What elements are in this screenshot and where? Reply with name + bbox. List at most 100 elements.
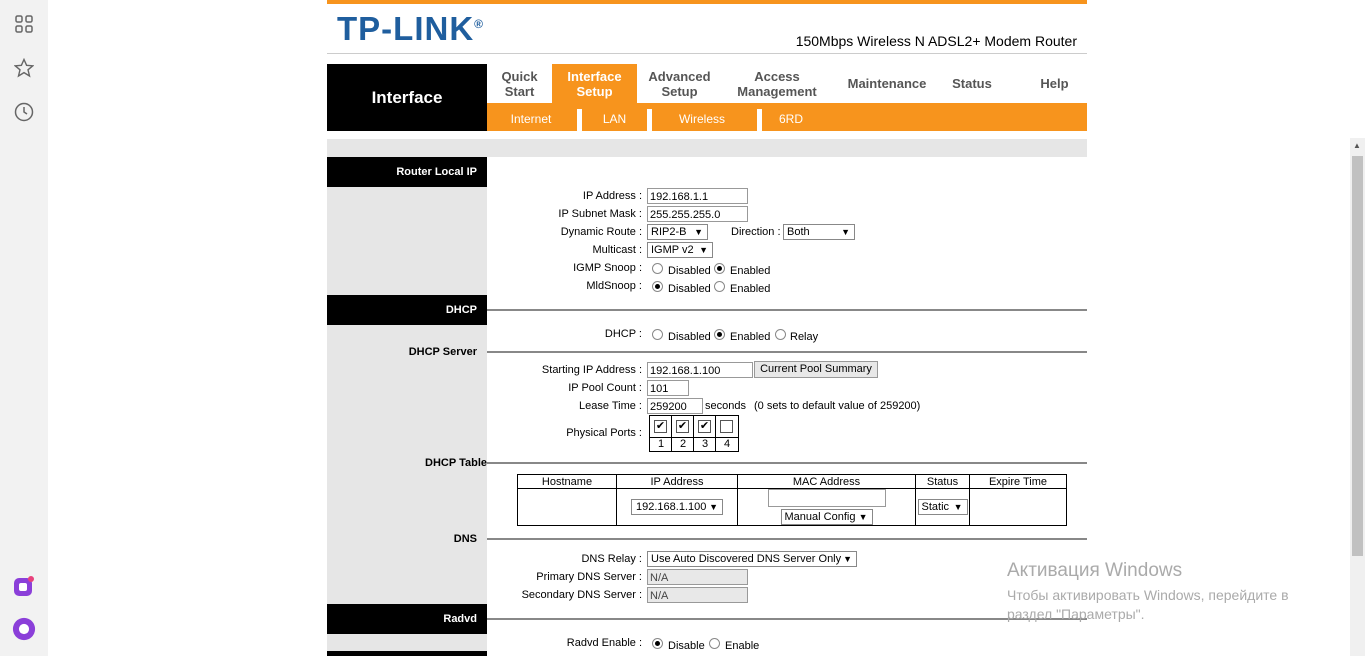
dns-relay-select[interactable]: Use Auto Discovered DNS Server Only ▼ xyxy=(647,551,857,567)
scroll-up-icon[interactable]: ▲ xyxy=(1353,141,1361,150)
starting-ip-input[interactable]: 192.168.1.100 xyxy=(647,362,753,378)
physical-ports-label: Physical Ports : xyxy=(566,427,642,439)
dropdown-arrow-icon: ▼ xyxy=(709,502,718,512)
divider xyxy=(487,351,1087,353)
secondary-dns-label: Secondary DNS Server : xyxy=(521,589,642,601)
grid-icon[interactable] xyxy=(12,12,36,36)
submenu-6rd[interactable]: 6RD xyxy=(762,103,820,131)
star-icon[interactable] xyxy=(12,56,36,80)
lease-note: (0 sets to default value of 259200) xyxy=(754,400,921,412)
hostname-cell xyxy=(517,488,617,526)
tp-link-logo: TP-LINK® xyxy=(337,10,484,47)
primary-dns-input[interactable]: N/A xyxy=(647,569,748,585)
section-dhcp-table: DHCP Table xyxy=(425,457,487,469)
multicast-select[interactable]: IGMP v2 ▼ xyxy=(647,242,713,258)
dropdown-arrow-icon: ▼ xyxy=(694,227,703,237)
physical-ports-grid: ✔ ✔ ✔ 1 2 3 4 xyxy=(649,415,739,452)
port-number: 1 xyxy=(657,438,665,450)
radvd-enable-label: Radvd Enable : xyxy=(566,637,642,649)
router-admin-page: TP-LINK® 150Mbps Wireless N ADSL2+ Modem… xyxy=(327,0,1087,656)
status-select[interactable]: Static ▼ xyxy=(917,499,968,515)
table-header: Hostname xyxy=(517,474,617,489)
dns-relay-label: DNS Relay : xyxy=(581,553,642,565)
lease-time-label: Lease Time : xyxy=(579,400,642,412)
subnet-input[interactable]: 255.255.255.0 xyxy=(647,206,748,222)
lease-unit: seconds xyxy=(705,400,746,412)
clock-icon[interactable] xyxy=(12,100,36,124)
mld-disabled-radio[interactable] xyxy=(652,281,663,292)
app-icon[interactable] xyxy=(12,574,36,598)
port-1-checkbox[interactable]: ✔ xyxy=(654,420,667,433)
section-dhcp-server: DHCP Server xyxy=(408,346,477,358)
divider xyxy=(487,309,1087,311)
subnet-label: IP Subnet Mask : xyxy=(558,208,642,220)
primary-dns-label: Primary DNS Server : xyxy=(536,571,642,583)
section-dhcp: DHCP xyxy=(327,295,487,325)
dynamic-route-select[interactable]: RIP2-B ▼ xyxy=(647,224,708,240)
menu-status[interactable]: Status xyxy=(942,64,1002,103)
ip-cell: 192.168.1.100 ▼ xyxy=(616,488,738,526)
divider xyxy=(327,53,1087,54)
port-number: 4 xyxy=(723,438,731,450)
starting-ip-label: Starting IP Address : xyxy=(541,364,642,376)
windows-activation-watermark: Активация Windows Чтобы активировать Win… xyxy=(1007,560,1327,624)
submenu-internet[interactable]: Internet xyxy=(487,103,575,131)
section-radvd: Radvd xyxy=(327,604,487,634)
igmp-enabled-radio[interactable] xyxy=(714,263,725,274)
port-2-checkbox[interactable]: ✔ xyxy=(676,420,689,433)
menu-interface-setup[interactable]: Interface Setup xyxy=(552,64,637,103)
scrollbar[interactable]: ▲ xyxy=(1350,138,1365,656)
table-ip-select[interactable]: 192.168.1.100 ▼ xyxy=(631,499,723,515)
igmp-disabled-radio[interactable] xyxy=(652,263,663,274)
table-header: IP Address xyxy=(616,474,738,489)
dropdown-arrow-icon: ▼ xyxy=(858,512,868,522)
divider xyxy=(487,462,1087,464)
direction-select[interactable]: Both ▼ xyxy=(783,224,855,240)
dhcp-enabled-radio[interactable] xyxy=(714,329,725,340)
expire-cell xyxy=(969,488,1067,526)
submenu-wireless[interactable]: Wireless xyxy=(652,103,752,131)
watermark-title: Активация Windows xyxy=(1007,560,1183,581)
menu-quick-start[interactable]: Quick Start xyxy=(487,64,552,103)
alice-icon[interactable] xyxy=(12,617,36,641)
mld-enabled-radio[interactable] xyxy=(714,281,725,292)
port-4-checkbox[interactable] xyxy=(720,420,733,433)
section-router-local-ip: Router Local IP xyxy=(327,157,487,187)
mac-mode-select[interactable]: Manual Config ▼ xyxy=(780,509,873,525)
divider xyxy=(487,538,1087,540)
section-title: Interface xyxy=(327,64,487,131)
mac-cell: Manual Config ▼ xyxy=(737,488,916,526)
secondary-dns-input[interactable]: N/A xyxy=(647,587,748,603)
gray-band xyxy=(327,139,1087,157)
sub-menu: Internet LAN Wireless 6RD xyxy=(487,103,1087,131)
radvd-disable-label: Disable xyxy=(668,640,705,652)
scrollbar-thumb[interactable] xyxy=(1352,156,1363,556)
table-header: Expire Time xyxy=(969,474,1067,489)
main-menu: Quick Start Interface Setup Advanced Set… xyxy=(487,64,1087,103)
igmp-snoop-label: IGMP Snoop : xyxy=(573,262,642,274)
igmp-disabled-label: Disabled xyxy=(668,265,711,277)
port-3-checkbox[interactable]: ✔ xyxy=(698,420,711,433)
menu-access-management[interactable]: Access Management xyxy=(727,64,827,103)
section-dns: DNS xyxy=(453,533,477,545)
direction-label: Direction : xyxy=(731,226,781,238)
lease-time-input[interactable]: 259200 xyxy=(647,398,703,414)
pool-count-input[interactable]: 101 xyxy=(647,380,689,396)
mac-address-input[interactable] xyxy=(767,489,886,507)
menu-help[interactable]: Help xyxy=(1032,64,1077,103)
dynamic-route-label: Dynamic Route : xyxy=(560,226,642,238)
table-header: Status xyxy=(915,474,970,489)
pool-count-label: IP Pool Count : xyxy=(568,382,642,394)
dhcp-disabled-radio[interactable] xyxy=(652,329,663,340)
port-number: 3 xyxy=(701,438,709,450)
dhcp-disabled-label: Disabled xyxy=(668,331,711,343)
current-pool-summary-button[interactable]: Current Pool Summary xyxy=(754,361,878,378)
dropdown-arrow-icon: ▼ xyxy=(953,502,963,512)
ip-address-input[interactable]: 192.168.1.1 xyxy=(647,188,748,204)
submenu-lan[interactable]: LAN xyxy=(582,103,647,131)
radvd-disable-radio[interactable] xyxy=(652,638,663,649)
menu-advanced-setup[interactable]: Advanced Setup xyxy=(637,64,722,103)
radvd-enable-radio[interactable] xyxy=(709,638,720,649)
menu-maintenance[interactable]: Maintenance xyxy=(837,64,937,103)
dhcp-relay-radio[interactable] xyxy=(775,329,786,340)
